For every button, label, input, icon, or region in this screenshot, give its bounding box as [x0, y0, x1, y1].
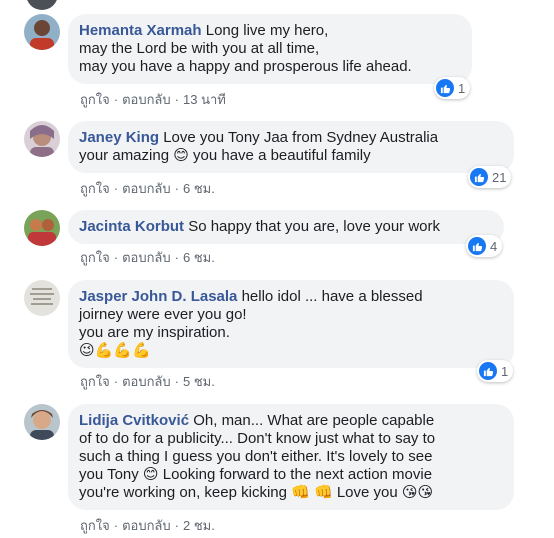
comment-author[interactable]: Janey King — [79, 129, 159, 146]
like-thumb-icon — [436, 79, 454, 97]
reaction-number: 1 — [501, 363, 509, 379]
comment-text: joirney were ever you go! — [79, 306, 247, 323]
comment-actions: ถูกใจ · ตอบกลับ · 2 ชม. — [80, 518, 215, 533]
like-link[interactable]: ถูกใจ — [80, 250, 110, 265]
comment-bubble: Jasper John D. Lasala hello idol ... hav… — [68, 280, 514, 368]
comment-text: may the Lord be with you at all time, — [79, 40, 320, 57]
comment-bubble: Hemanta Xarmah Long live my hero, may th… — [68, 14, 472, 84]
like-link[interactable]: ถูกใจ — [80, 374, 110, 389]
previous-comment-avatar[interactable] — [26, 0, 58, 10]
comment-bubble: Jacinta Korbut So happy that you are, lo… — [68, 210, 504, 244]
comment-text: you Tony 😊 Looking forward to the next a… — [79, 466, 433, 483]
reaction-number: 1 — [458, 80, 466, 96]
comment-actions: ถูกใจ · ตอบกลับ · 6 ชม. — [80, 181, 215, 196]
reaction-number: 4 — [490, 238, 498, 254]
like-link[interactable]: ถูกใจ — [80, 518, 110, 533]
comment-text: of to do for a publicity... Don't know j… — [79, 430, 436, 447]
comment-text: you are my inspiration. — [79, 324, 230, 341]
comment-author[interactable]: Jacinta Korbut — [79, 218, 184, 235]
like-thumb-icon — [479, 362, 497, 380]
reply-link[interactable]: ตอบกลับ — [122, 374, 171, 389]
comment-author[interactable]: Jasper John D. Lasala — [79, 288, 237, 305]
comment-text: hello idol ... have a blessed — [241, 288, 423, 305]
comment-bubble: Lidija Cvitković Oh, man... What are peo… — [68, 404, 514, 510]
comments-section: Hemanta Xarmah Long live my hero, may th… — [0, 0, 554, 538]
comment-text: So happy that you are, love your work — [188, 218, 440, 235]
comment-author[interactable]: Hemanta Xarmah — [79, 22, 202, 39]
like-link[interactable]: ถูกใจ — [80, 181, 110, 196]
avatar-lidija[interactable] — [24, 404, 60, 440]
like-link[interactable]: ถูกใจ — [80, 92, 110, 107]
avatar-jacinta[interactable] — [24, 210, 60, 246]
reaction-count[interactable]: 21 — [468, 166, 512, 188]
reaction-count[interactable]: 4 — [466, 235, 503, 257]
timestamp[interactable]: 5 ชม. — [183, 374, 215, 389]
reply-link[interactable]: ตอบกลับ — [122, 181, 171, 196]
timestamp[interactable]: 13 นาที — [183, 92, 226, 107]
reaction-number: 21 — [492, 169, 507, 185]
comment-actions: ถูกใจ · ตอบกลับ · 5 ชม. — [80, 374, 215, 389]
comment-text: Love you Tony Jaa from Sydney Australia — [163, 129, 439, 146]
comment-emojis: 😉💪💪💪 — [79, 342, 151, 359]
comment-text: such a thing I guess you don't either. I… — [79, 448, 433, 465]
comment-actions: ถูกใจ · ตอบกลับ · 6 ชม. — [80, 250, 215, 265]
like-thumb-icon — [470, 168, 488, 186]
comment-text: Oh, man... What are people capable — [193, 412, 435, 429]
comment-text: you're working on, keep kicking 👊 👊 Love… — [79, 484, 434, 501]
reaction-count[interactable]: 1 — [477, 360, 514, 382]
comment-text: may you have a happy and prosperous life… — [79, 58, 412, 75]
comment-text: your amazing 😊 you have a beautiful fami… — [79, 147, 371, 164]
comment-author[interactable]: Lidija Cvitković — [79, 412, 189, 429]
reply-link[interactable]: ตอบกลับ — [122, 518, 171, 533]
avatar-hemanta[interactable] — [24, 14, 60, 50]
reaction-count[interactable]: 1 — [434, 77, 471, 99]
timestamp[interactable]: 6 ชม. — [183, 250, 215, 265]
comment-text: Long live my hero, — [205, 22, 329, 39]
like-thumb-icon — [468, 237, 486, 255]
avatar-jasper[interactable] — [24, 280, 60, 316]
comment-bubble: Janey King Love you Tony Jaa from Sydney… — [68, 121, 514, 173]
avatar-janey[interactable] — [24, 121, 60, 157]
timestamp[interactable]: 6 ชม. — [183, 181, 215, 196]
reply-link[interactable]: ตอบกลับ — [122, 250, 171, 265]
comment-actions: ถูกใจ · ตอบกลับ · 13 นาที — [80, 92, 226, 107]
reply-link[interactable]: ตอบกลับ — [122, 92, 171, 107]
timestamp[interactable]: 2 ชม. — [183, 518, 215, 533]
